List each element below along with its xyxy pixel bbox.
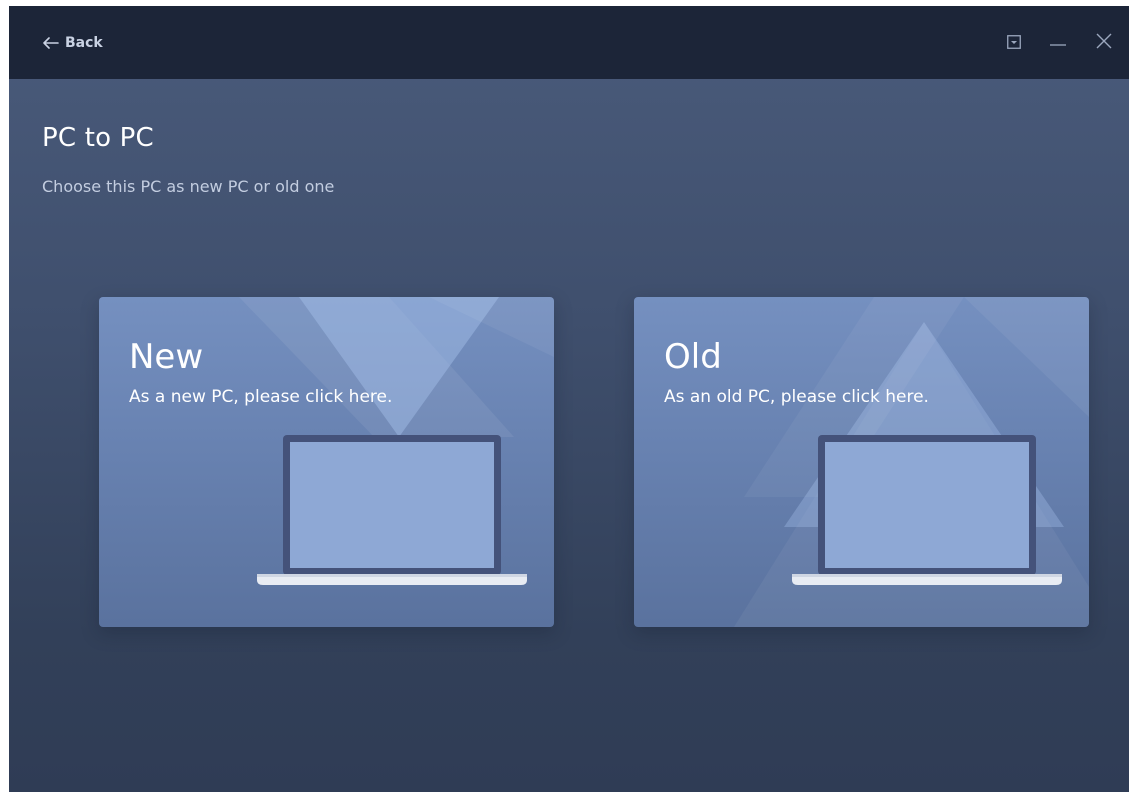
page-subtitle: Choose this PC as new PC or old one: [42, 177, 335, 196]
old-pc-card[interactable]: Old As an old PC, please click here.: [634, 297, 1089, 627]
dropdown-menu-icon: [1007, 34, 1021, 53]
screen-frame: Back PC to PC Choose this PC as new PC o…: [0, 0, 1140, 796]
app-window: Back PC to PC Choose this PC as new PC o…: [9, 6, 1129, 792]
laptop-icon: [257, 435, 527, 585]
page-title: PC to PC: [42, 123, 154, 153]
minimize-icon: [1049, 34, 1067, 53]
minimize-button[interactable]: [1047, 32, 1069, 54]
card-heading: Old: [664, 337, 722, 377]
close-icon: [1095, 32, 1113, 54]
back-button[interactable]: Back: [43, 35, 103, 51]
arrow-left-icon: [43, 37, 59, 49]
card-description: As an old PC, please click here.: [664, 387, 929, 407]
title-bar: Back: [9, 6, 1129, 79]
close-button[interactable]: [1093, 32, 1115, 54]
dropdown-menu-button[interactable]: [1003, 32, 1025, 54]
card-description: As a new PC, please click here.: [129, 387, 393, 407]
back-label: Back: [65, 35, 103, 51]
new-pc-card[interactable]: New As a new PC, please click here.: [99, 297, 554, 627]
card-heading: New: [129, 337, 204, 377]
laptop-icon: [792, 435, 1062, 585]
